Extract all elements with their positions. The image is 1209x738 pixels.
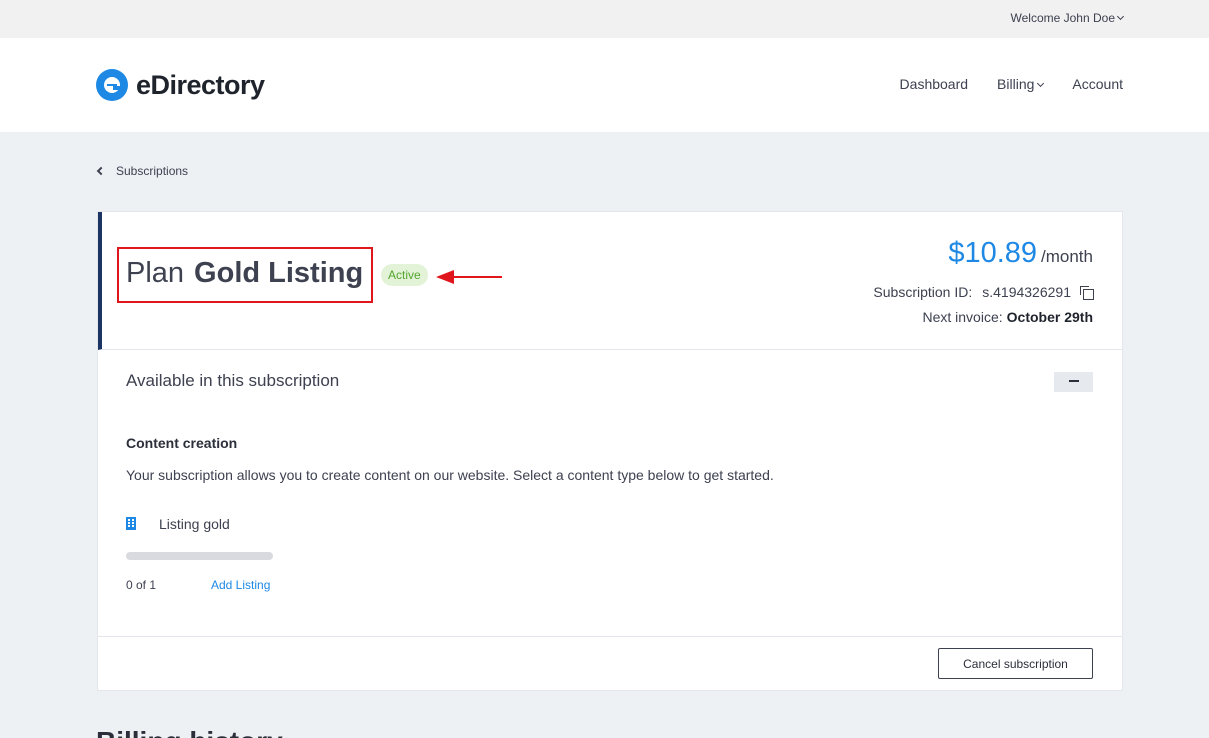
annotation-arrow-icon	[436, 270, 502, 284]
plan-price: $10.89/month	[948, 237, 1093, 270]
plan-title: Plan Gold Listing	[126, 257, 363, 290]
nav-account[interactable]: Account	[1072, 76, 1123, 92]
usage-progress-bar	[126, 552, 273, 560]
content-creation-title: Content creation	[126, 435, 238, 451]
usage-count: 0 of 1	[126, 578, 157, 592]
plan-name: Gold Listing	[194, 257, 364, 289]
building-icon	[126, 517, 136, 530]
back-to-subscriptions[interactable]: Subscriptions	[96, 164, 188, 178]
next-invoice-date: October 29th	[1006, 309, 1093, 325]
content-type-label: Listing gold	[159, 516, 230, 532]
cancel-subscription-button[interactable]: Cancel subscription	[938, 648, 1093, 679]
nav-billing[interactable]: Billing	[997, 76, 1045, 92]
nav-dashboard[interactable]: Dashboard	[900, 76, 969, 92]
site-header: eDirectory Dashboard Billing Account	[0, 38, 1209, 132]
status-badge: Active	[381, 264, 428, 286]
chevron-down-icon	[1116, 12, 1125, 21]
card-footer-divider	[98, 636, 1122, 637]
subscription-id-value: s.4194326291	[982, 284, 1071, 300]
main-nav: Dashboard Billing Account	[900, 76, 1123, 92]
user-menu[interactable]: Welcome John Doe	[1010, 11, 1125, 25]
next-invoice: Next invoice: October 29th	[922, 309, 1093, 325]
logo-text: eDirectory	[136, 69, 265, 100]
price-period: /month	[1041, 247, 1093, 266]
next-invoice-label: Next invoice:	[922, 309, 1003, 325]
subscription-id: Subscription ID: s.4194326291	[873, 284, 1094, 300]
collapse-button[interactable]	[1054, 372, 1093, 392]
billing-history-heading: Billing history	[96, 726, 283, 738]
subscription-id-label: Subscription ID:	[873, 284, 973, 300]
content-creation-description: Your subscription allows you to create c…	[126, 467, 774, 483]
logo-icon	[96, 69, 128, 101]
price-amount: $10.89	[948, 237, 1038, 269]
plan-prefix: Plan	[126, 257, 185, 289]
copy-icon[interactable]	[1080, 285, 1094, 300]
available-section-title: Available in this subscription	[126, 371, 340, 390]
chevron-down-icon	[1037, 79, 1045, 88]
top-bar: Welcome John Doe	[0, 0, 1209, 38]
add-listing-link[interactable]: Add Listing	[211, 578, 270, 592]
back-label: Subscriptions	[116, 164, 189, 178]
logo[interactable]: eDirectory	[96, 69, 265, 101]
welcome-text: Welcome John Doe	[1010, 11, 1116, 25]
chevron-left-icon	[96, 166, 106, 176]
nav-billing-label: Billing	[997, 76, 1035, 92]
